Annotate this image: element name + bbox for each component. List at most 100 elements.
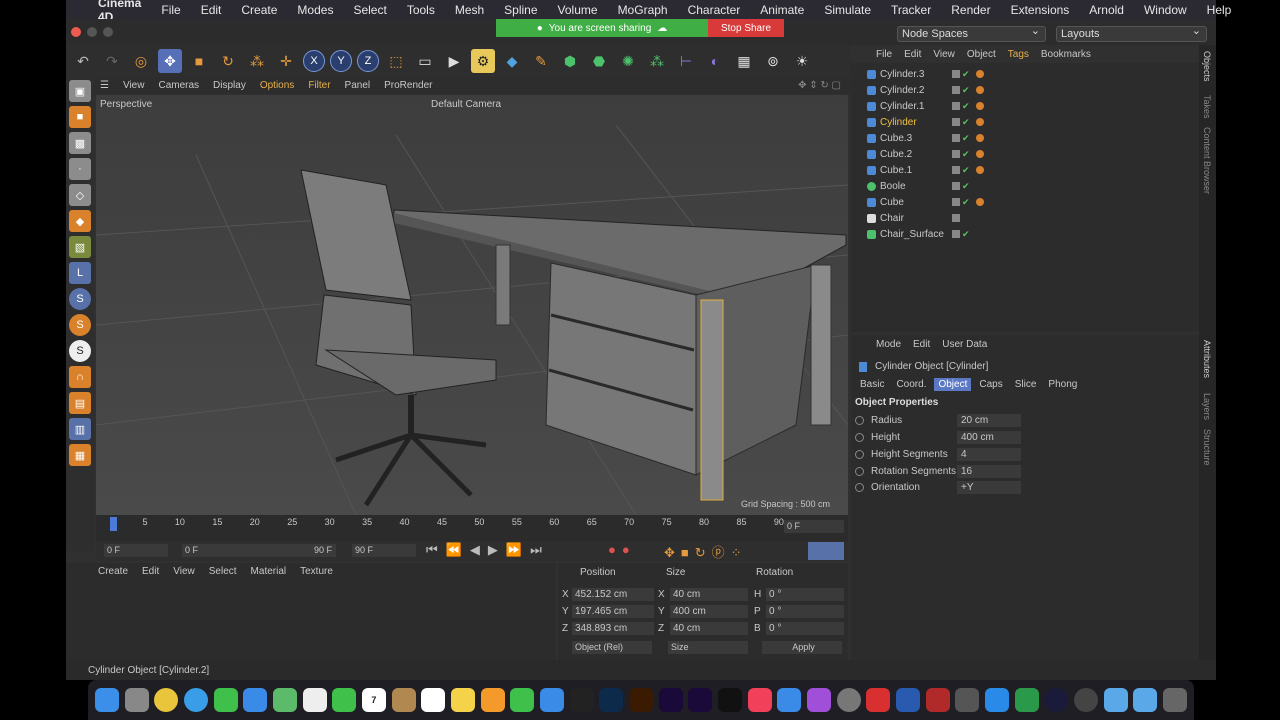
visibility-icon[interactable] — [952, 70, 960, 78]
mat-menu-select[interactable]: Select — [209, 566, 237, 577]
tag-icon[interactable] — [975, 86, 984, 94]
messages-icon[interactable] — [213, 688, 238, 712]
attr-menu-edit[interactable]: Edit — [913, 339, 930, 350]
tab-object[interactable]: Object — [934, 378, 972, 391]
camera-icon[interactable]: ⊚ — [761, 49, 785, 73]
align-workplane-icon[interactable]: ▦ — [69, 444, 91, 466]
applications-folder-icon[interactable] — [1133, 688, 1158, 712]
object-row[interactable]: Cylinder.1 ✔ — [857, 98, 1197, 114]
size-x-field[interactable]: 40 cm — [670, 587, 748, 601]
size-z-field[interactable]: 40 cm — [670, 621, 748, 635]
snap-icon[interactable]: S — [69, 288, 91, 310]
preview-icon[interactable] — [391, 688, 416, 712]
visibility-icon[interactable] — [952, 230, 960, 238]
mat-menu-texture[interactable]: Texture — [300, 566, 333, 577]
app-store-icon[interactable] — [777, 688, 802, 712]
x-axis-lock-icon[interactable]: X — [303, 50, 325, 72]
vp-menu-display[interactable]: Display — [213, 80, 246, 91]
object-row[interactable]: Chair_Surface ✔ — [857, 226, 1197, 242]
obj-menu-tags[interactable]: Tags — [1008, 49, 1029, 60]
attr-menu-userdata[interactable]: User Data — [942, 339, 987, 350]
current-frame-field[interactable]: 0 F — [784, 520, 844, 533]
workplane-icon[interactable]: ▤ — [69, 392, 91, 414]
array-icon[interactable]: ⁂ — [645, 49, 669, 73]
maps-icon[interactable] — [272, 688, 297, 712]
finder-icon[interactable] — [94, 688, 119, 712]
visibility-icon[interactable] — [952, 118, 960, 126]
menu-window[interactable]: Window — [1144, 3, 1187, 17]
render-settings-icon[interactable]: ⚙ — [471, 49, 495, 73]
object-row[interactable]: Cube.1 ✔ — [857, 162, 1197, 178]
music-icon[interactable] — [747, 688, 772, 712]
menu-mograph[interactable]: MoGraph — [618, 3, 668, 17]
tag-icon[interactable] — [975, 102, 984, 110]
tab-objects[interactable]: Objects — [1202, 51, 1212, 82]
cloner-icon[interactable]: ✺ — [616, 49, 640, 73]
mat-menu-create[interactable]: Create — [98, 566, 128, 577]
menu-arnold[interactable]: Arnold — [1089, 3, 1124, 17]
check-icon[interactable]: ✔ — [962, 69, 970, 80]
orientation-dropdown[interactable]: +Y — [957, 480, 1021, 494]
zoom-icon[interactable] — [984, 688, 1009, 712]
3d-viewport[interactable]: Perspective Default Camera Grid Spacing … — [96, 95, 848, 515]
menu-tracker[interactable]: Tracker — [891, 3, 931, 17]
object-row-selected[interactable]: Cylinder ✔ — [857, 114, 1197, 130]
menu-file[interactable]: File — [161, 3, 180, 17]
tab-slice[interactable]: Slice — [1011, 378, 1041, 391]
check-icon[interactable]: ✔ — [962, 117, 970, 128]
menu-edit[interactable]: Edit — [201, 3, 222, 17]
points-mode-icon[interactable]: · — [69, 158, 91, 180]
rotation-b-field[interactable]: 0 ° — [766, 621, 844, 635]
object-row[interactable]: Cube.3 ✔ — [857, 130, 1197, 146]
rotate-icon[interactable]: ↻ — [216, 49, 240, 73]
position-x-field[interactable]: 452.152 cm — [572, 587, 654, 601]
tab-phong[interactable]: Phong — [1044, 378, 1081, 391]
tab-content-browser[interactable]: Content Browser — [1202, 127, 1212, 194]
check-icon[interactable]: ✔ — [962, 101, 970, 112]
height-segments-field[interactable]: 4 — [957, 447, 1021, 461]
tab-caps[interactable]: Caps — [975, 378, 1006, 391]
menu-render[interactable]: Render — [951, 3, 990, 17]
keyframe-tools-icons[interactable]: ✥■↻ⓟ⁘ — [664, 542, 748, 561]
check-icon[interactable]: ✔ — [962, 229, 970, 240]
launchpad-icon[interactable] — [124, 688, 149, 712]
vp-menu-cameras[interactable]: Cameras — [158, 80, 199, 91]
tab-coord[interactable]: Coord. — [892, 378, 930, 391]
zotero-icon[interactable] — [925, 688, 950, 712]
magnet-icon[interactable]: ∩ — [69, 366, 91, 388]
snap-settings-icon[interactable]: S — [69, 314, 91, 336]
minimize-window-button[interactable] — [87, 27, 97, 37]
menu-simulate[interactable]: Simulate — [824, 3, 871, 17]
mat-menu-material[interactable]: Material — [251, 566, 287, 577]
menu-extensions[interactable]: Extensions — [1011, 3, 1070, 17]
playhead[interactable] — [110, 517, 117, 531]
object-row[interactable]: Chair — [857, 210, 1197, 226]
anim-dot-icon[interactable] — [855, 466, 864, 476]
menu-modes[interactable]: Modes — [297, 3, 333, 17]
keynote-icon[interactable] — [539, 688, 564, 712]
make-editable-icon[interactable]: ▣ — [69, 80, 91, 102]
after-effects-icon[interactable] — [688, 688, 713, 712]
mat-menu-edit[interactable]: Edit — [142, 566, 159, 577]
timeline[interactable]: 051015202530354045505560657075808590 0 F — [96, 515, 848, 541]
settings-icon[interactable] — [836, 688, 861, 712]
object-row[interactable]: Cube ✔ — [857, 194, 1197, 210]
tag-icon[interactable] — [975, 166, 984, 174]
tag-icon[interactable] — [975, 70, 984, 78]
downloads-folder-icon[interactable] — [1103, 688, 1128, 712]
range-slider[interactable]: 0 F 90 F — [182, 544, 336, 557]
menu-help[interactable]: Help — [1207, 3, 1232, 17]
cinema4d-icon[interactable] — [1044, 688, 1069, 712]
pages-icon[interactable] — [480, 688, 505, 712]
visibility-icon[interactable] — [952, 150, 960, 158]
pen-icon[interactable]: ✎ — [529, 49, 553, 73]
solo-icon[interactable]: S — [69, 340, 91, 362]
hamburger-icon[interactable]: ☰ — [100, 80, 109, 91]
visibility-icon[interactable] — [952, 198, 960, 206]
obj-menu-edit[interactable]: Edit — [904, 49, 921, 60]
tag-icon[interactable] — [975, 198, 984, 206]
check-icon[interactable]: ✔ — [962, 85, 970, 96]
coordinate-system-icon[interactable]: ⬚ — [384, 49, 408, 73]
trash-icon[interactable] — [1163, 688, 1188, 712]
render-region-icon[interactable]: ▭ — [413, 49, 437, 73]
